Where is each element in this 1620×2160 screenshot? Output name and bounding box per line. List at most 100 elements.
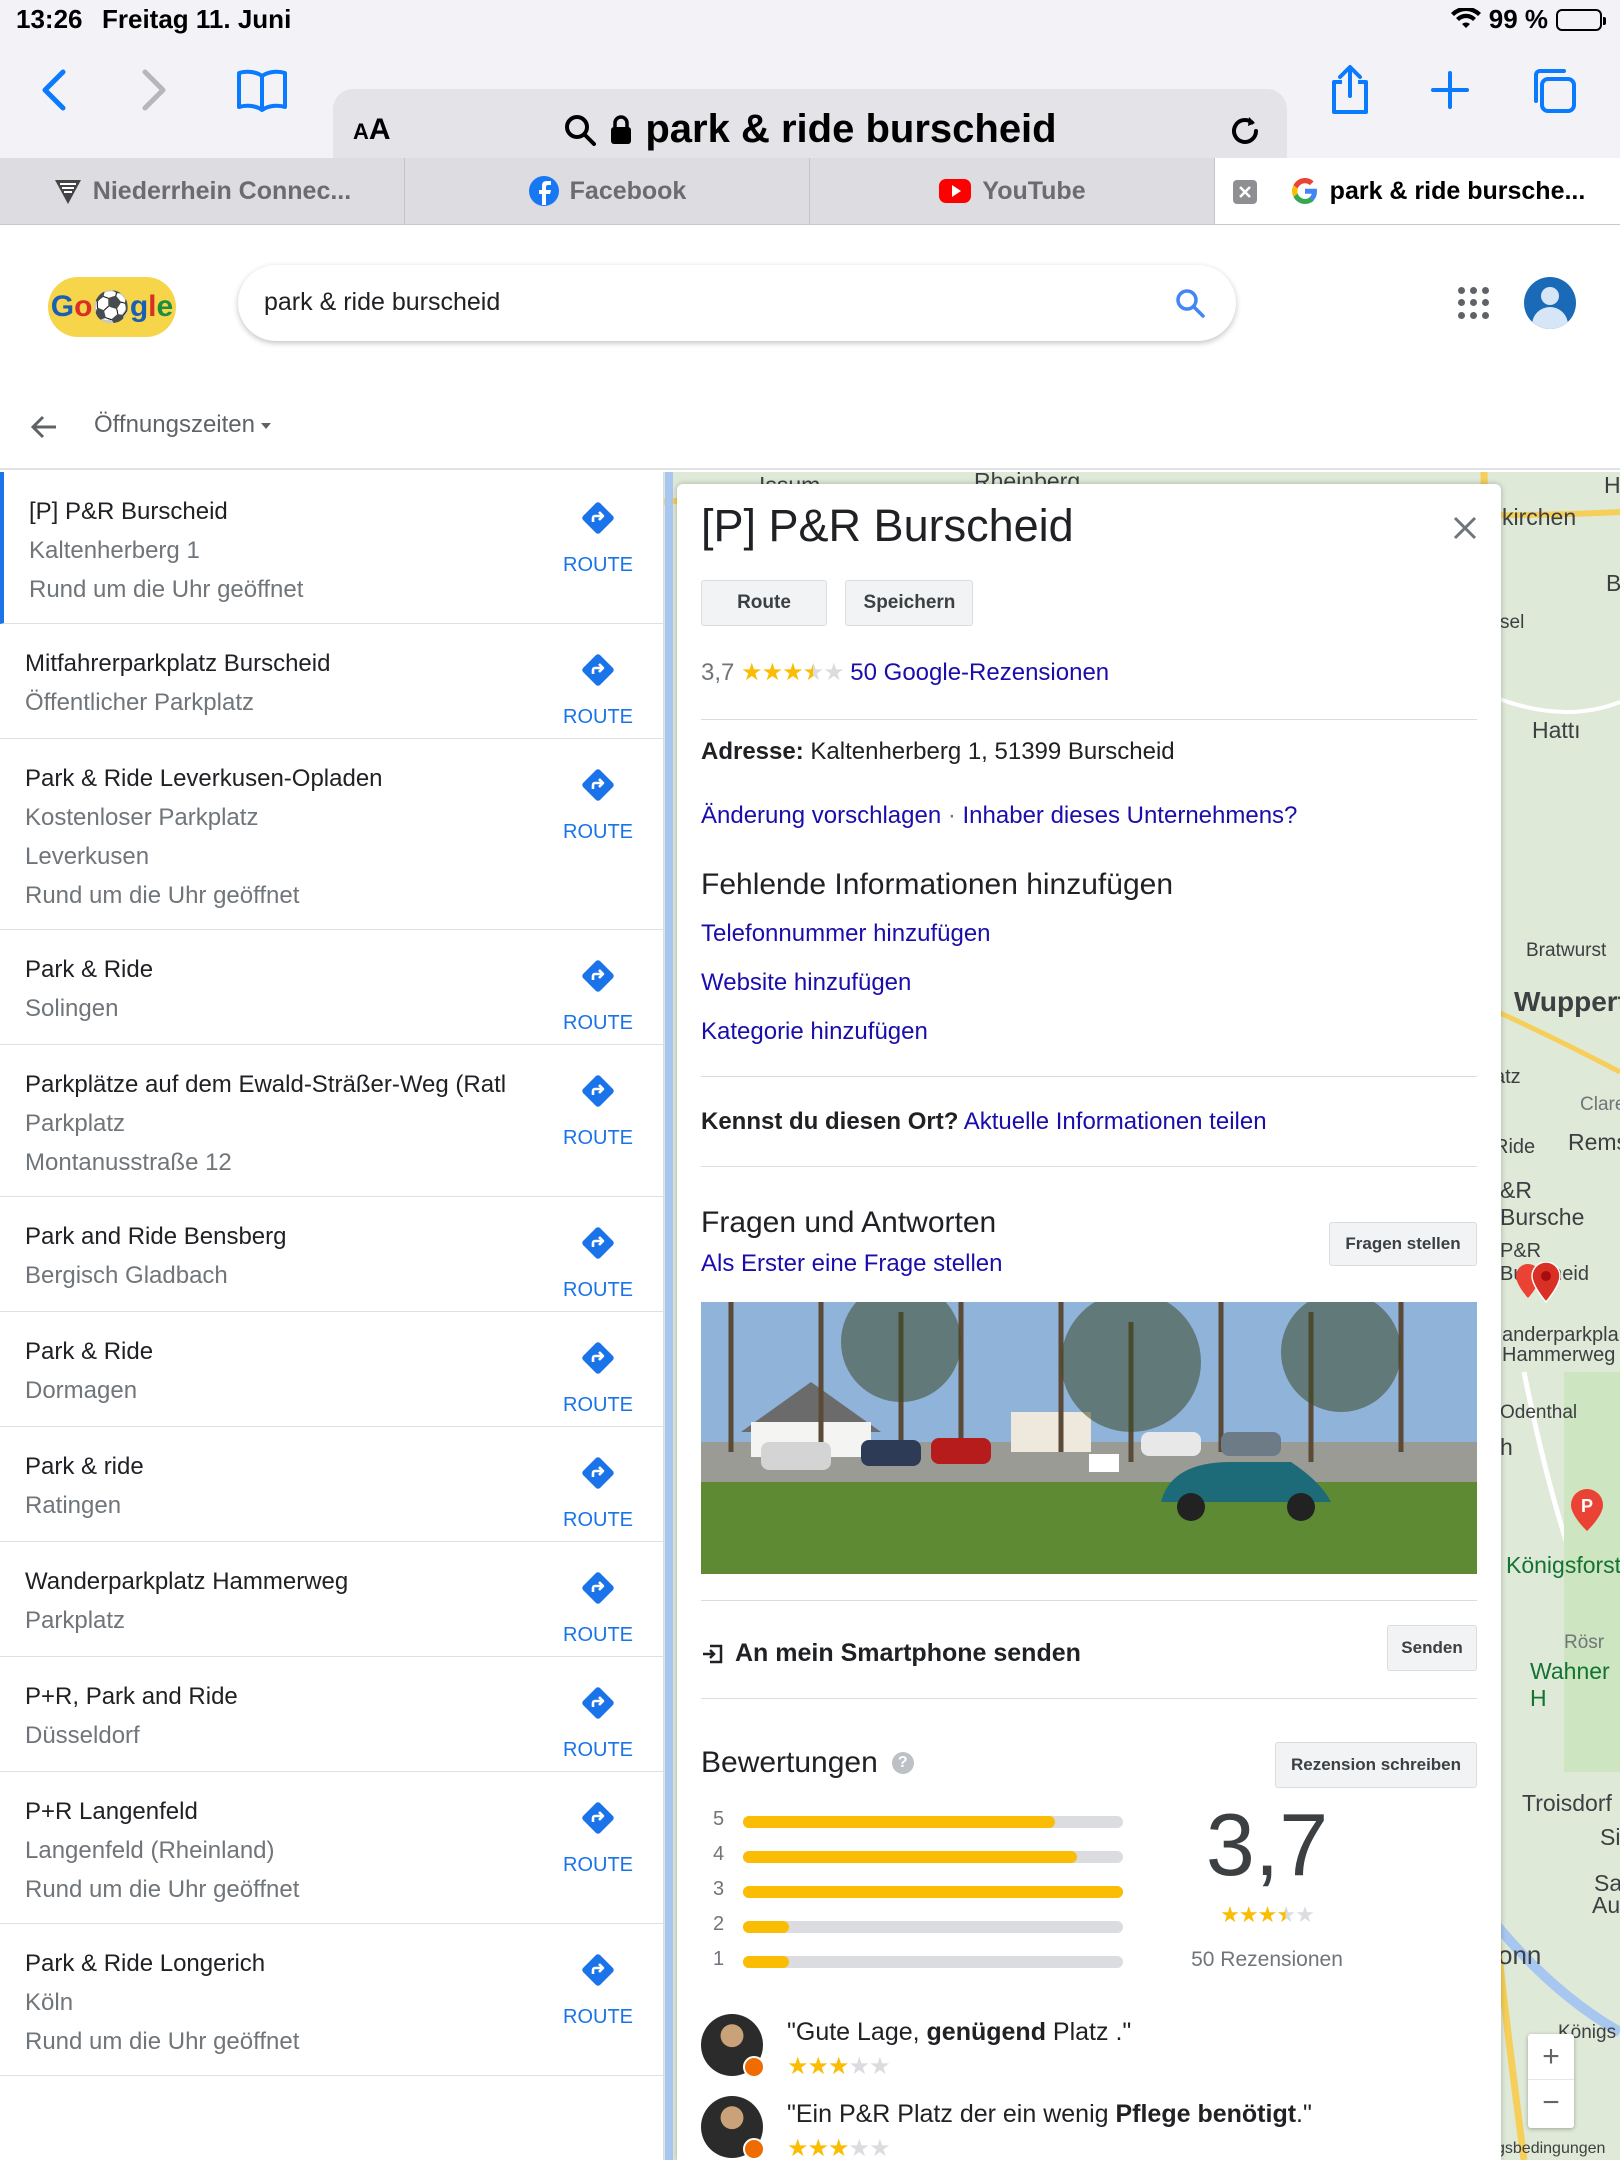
place-details-panel: [P] P&R Burscheid Route Speichern 3,7 ★★… bbox=[677, 484, 1501, 2160]
result-detail: Rund um die Uhr geöffnet bbox=[25, 882, 300, 909]
result-route-button[interactable]: ROUTE bbox=[563, 500, 633, 577]
help-icon[interactable]: ? bbox=[891, 1752, 914, 1774]
tab-label: YouTube bbox=[982, 176, 1086, 205]
parking-marker-icon[interactable]: P bbox=[1570, 1488, 1604, 1532]
result-route-button[interactable]: ROUTE bbox=[563, 1570, 633, 1647]
save-button[interactable]: Speichern bbox=[845, 580, 974, 626]
map-label: H bbox=[1604, 472, 1620, 498]
route-label: ROUTE bbox=[563, 1739, 633, 1761]
close-icon[interactable] bbox=[1451, 514, 1479, 542]
youtube-icon bbox=[939, 179, 972, 203]
result-route-button[interactable]: ROUTE bbox=[563, 1800, 633, 1877]
result-route-button[interactable]: ROUTE bbox=[563, 1225, 633, 1302]
result-item[interactable]: Park & Ride Leverkusen-Opladen Kostenlose… bbox=[0, 739, 663, 930]
result-route-button[interactable]: ROUTE bbox=[563, 958, 633, 1035]
tab-niederrhein[interactable]: Niederrhein Connec... bbox=[0, 158, 405, 224]
route-button[interactable]: Route bbox=[701, 580, 827, 626]
map-label: Wupperta bbox=[1514, 986, 1620, 1017]
forward-icon[interactable] bbox=[124, 60, 184, 120]
result-item[interactable]: P+R Langenfeld Langenfeld (Rheinland) Rund… bbox=[0, 1772, 663, 1924]
rating-bar bbox=[743, 1851, 1123, 1863]
opening-hours-filter[interactable]: Öffnungszeiten bbox=[94, 411, 271, 439]
zoom-in-button[interactable]: + bbox=[1528, 2034, 1574, 2080]
avatar[interactable] bbox=[1524, 277, 1576, 329]
send-button[interactable]: Senden bbox=[1387, 1625, 1477, 1671]
rating-bar-label: 1 bbox=[713, 1948, 725, 1970]
reviewer-avatar[interactable] bbox=[701, 2096, 765, 2160]
reviews-link[interactable]: 50 Google-Rezensionen bbox=[850, 659, 1109, 686]
search-input[interactable]: park & ride burscheid bbox=[264, 288, 500, 317]
result-item[interactable]: Park & Ride Dormagen ROUTE bbox=[0, 1312, 663, 1427]
know-place-label: Kennst du diesen Ort? bbox=[701, 1108, 959, 1135]
back-icon[interactable] bbox=[24, 60, 84, 120]
google-apps-icon[interactable] bbox=[1458, 287, 1490, 319]
review-snippet[interactable]: "Ein P&R Platz der ein wenig Pflege benö… bbox=[787, 2100, 1312, 2129]
battery-percent: 99 % bbox=[1488, 4, 1548, 34]
result-item[interactable]: Park & Ride Longerich Köln Rund um die Uhr… bbox=[0, 1924, 663, 2076]
result-item[interactable]: Park & ride Ratingen ROUTE bbox=[0, 1427, 663, 1542]
bookmarks-icon[interactable] bbox=[232, 60, 292, 120]
result-name: Park and Ride Bensberg bbox=[25, 1223, 287, 1250]
result-item[interactable]: P+R, Park and Ride Düsseldorf ROUTE bbox=[0, 1657, 663, 1772]
result-item[interactable]: Mitfahrerparkplatz Burscheid Öffentlicher… bbox=[0, 624, 663, 739]
result-route-button[interactable]: ROUTE bbox=[563, 1455, 633, 1532]
tab-facebook[interactable]: Facebook bbox=[405, 158, 810, 224]
result-name: Park & Ride Leverkusen-Opladen bbox=[25, 765, 383, 792]
reviews-count: 50 Rezensionen bbox=[1191, 1948, 1343, 1971]
tabs-overview-icon[interactable] bbox=[1523, 60, 1583, 120]
owner-claim-link[interactable]: Inhaber dieses Unternehmens? bbox=[963, 802, 1298, 829]
place-photo[interactable] bbox=[701, 1302, 1477, 1574]
directions-icon bbox=[580, 500, 616, 536]
result-item[interactable]: Park & Ride Solingen ROUTE bbox=[0, 930, 663, 1045]
search-icon[interactable] bbox=[1172, 285, 1208, 321]
reload-icon[interactable] bbox=[1225, 111, 1265, 151]
result-route-button[interactable]: ROUTE bbox=[563, 1340, 633, 1417]
new-tab-icon[interactable] bbox=[1420, 60, 1480, 120]
result-route-button[interactable]: ROUTE bbox=[563, 652, 633, 729]
share-info-link[interactable]: Aktuelle Informationen teilen bbox=[964, 1108, 1267, 1135]
result-item[interactable]: Park and Ride Bensberg Bergisch Gladbach … bbox=[0, 1197, 663, 1312]
result-item[interactable]: Wanderparkplatz Hammerweg Parkplatz ROUTE bbox=[0, 1542, 663, 1657]
route-label: ROUTE bbox=[563, 1394, 633, 1416]
review-stars: ★★★★★ bbox=[787, 2135, 891, 2160]
result-route-button[interactable]: ROUTE bbox=[563, 1685, 633, 1762]
google-favicon-icon bbox=[1291, 178, 1317, 204]
back-arrow-icon[interactable] bbox=[28, 411, 60, 443]
google-doodle-logo[interactable]: Go ⚽ g l e bbox=[48, 277, 176, 337]
search-box[interactable]: park & ride burscheid bbox=[238, 265, 1236, 341]
zoom-out-button[interactable]: − bbox=[1528, 2080, 1574, 2126]
directions-icon bbox=[580, 1340, 616, 1376]
reviewer-avatar[interactable] bbox=[701, 2014, 765, 2078]
result-name: Park & Ride bbox=[25, 956, 154, 983]
close-tab-icon[interactable] bbox=[1233, 180, 1257, 204]
niederrhein-favicon-icon bbox=[54, 180, 81, 204]
result-item[interactable]: Parkplätze auf dem Ewald-Sträßer-Weg (Ra… bbox=[0, 1045, 663, 1197]
suggest-edit-link[interactable]: Änderung vorschlagen bbox=[701, 802, 941, 829]
directions-icon bbox=[580, 1952, 616, 1988]
rating-bar bbox=[743, 1816, 1123, 1828]
tab-label: Facebook bbox=[569, 176, 687, 205]
result-route-button[interactable]: ROUTE bbox=[563, 1952, 633, 2029]
result-name: P+R, Park and Ride bbox=[25, 1683, 238, 1710]
place-title: [P] P&R Burscheid bbox=[701, 500, 1074, 551]
result-item[interactable]: [P] P&R Burscheid Kaltenherberg 1 Rund um … bbox=[0, 472, 663, 624]
result-name: Mitfahrerparkplatz Burscheid bbox=[25, 650, 331, 677]
write-review-button[interactable]: Rezension schreiben bbox=[1275, 1742, 1477, 1788]
share-icon[interactable] bbox=[1320, 60, 1380, 120]
result-route-button[interactable]: ROUTE bbox=[563, 1073, 633, 1150]
add-category-link[interactable]: Kategorie hinzufügen bbox=[701, 1018, 1477, 1046]
route-label: ROUTE bbox=[563, 1509, 633, 1531]
tab-google-search[interactable]: park & ride bursche... bbox=[1215, 158, 1620, 224]
add-phone-link[interactable]: Telefonnummer hinzufügen bbox=[701, 920, 1477, 948]
map-marker-icon[interactable] bbox=[1514, 1262, 1564, 1318]
rating-stars: ★★★★★ bbox=[741, 659, 845, 686]
directions-icon bbox=[580, 1685, 616, 1721]
review-snippet[interactable]: "Gute Lage, genügend Platz ." bbox=[787, 2018, 1131, 2047]
add-website-link[interactable]: Website hinzufügen bbox=[701, 969, 1477, 997]
map-label: Odenthal bbox=[1500, 1402, 1578, 1423]
result-route-button[interactable]: ROUTE bbox=[563, 767, 633, 844]
address-label: Adresse: bbox=[701, 738, 804, 765]
tab-youtube[interactable]: YouTube bbox=[810, 158, 1215, 224]
ask-question-button[interactable]: Fragen stellen bbox=[1329, 1222, 1477, 1266]
browser-toolbar: AA park & ride burscheid bbox=[0, 40, 1620, 175]
